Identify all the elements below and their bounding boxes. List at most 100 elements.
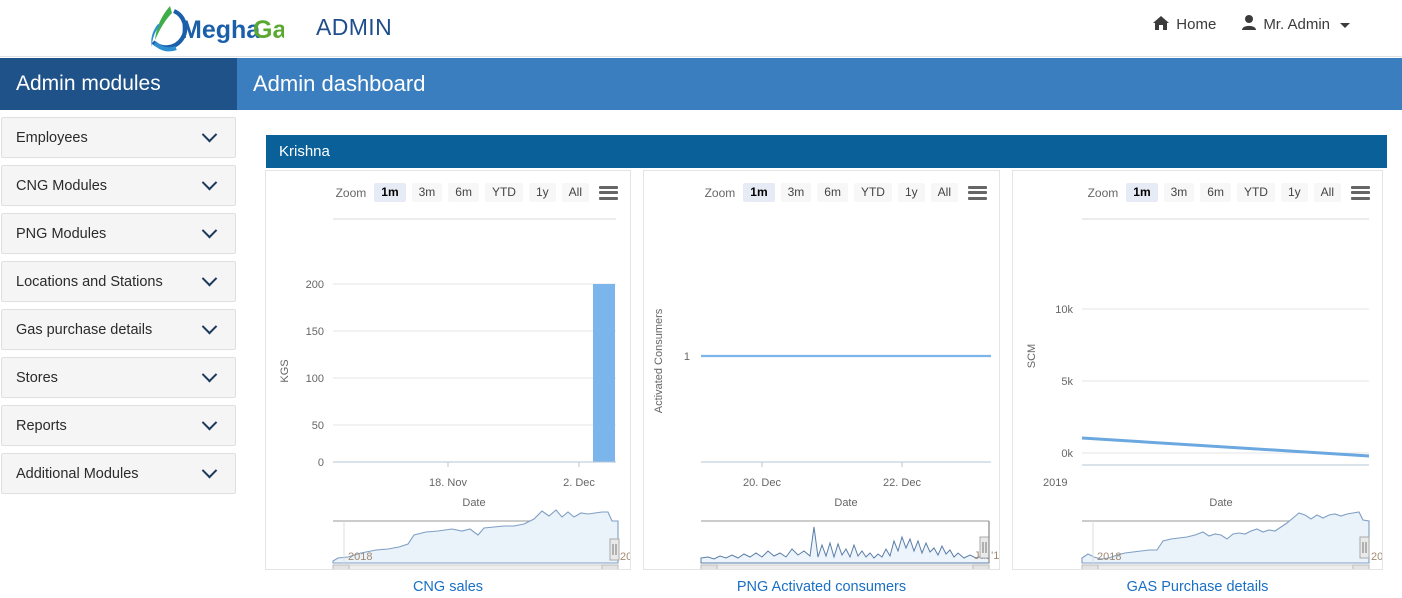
sidebar-item-png-modules[interactable]: PNG Modules: [1, 213, 236, 254]
sidebar-item-label: Employees: [16, 129, 88, 146]
nav-home[interactable]: Home: [1153, 15, 1217, 33]
range-selector: Zoom 1m 3m 6m YTD 1y All: [336, 183, 618, 202]
sidebar-title: Admin modules: [0, 58, 237, 110]
navigator-year-label: 2018: [1097, 551, 1121, 563]
range-button-1y[interactable]: 1y: [528, 183, 556, 202]
range-button-1y[interactable]: 1y: [897, 183, 925, 202]
page-title: Admin dashboard: [253, 71, 426, 96]
nav-user-menu[interactable]: Mr. Admin: [1242, 15, 1350, 33]
navigator-series: [332, 509, 619, 564]
y-axis-title: KGS: [279, 359, 291, 382]
range-selector-label: Zoom: [704, 185, 736, 200]
chart-card-cng-sales: Zoom 1m 3m 6m YTD 1y All 200 150 100 50 …: [265, 170, 631, 598]
navigator-scrollbar: [700, 564, 990, 569]
sidebar-item-label: Gas purchase details: [16, 321, 153, 338]
top-navigation: Home Mr. Admin: [1153, 15, 1350, 33]
chevron-down-icon: [201, 414, 218, 431]
hamburger-menu-icon[interactable]: [968, 185, 987, 200]
gas-purchase-details-plot[interactable]: 10k 5k 0k SCM 2019 Date 2018 2019: [1013, 201, 1383, 569]
meghagas-logo[interactable]: Megha Gas: [136, 2, 284, 54]
x-axis-title: Date: [462, 497, 485, 509]
navigator-scrollbar: [332, 564, 619, 569]
chart-card-png-activated-consumers: Zoom 1m 3m 6m YTD 1y All 1 Activated Con…: [643, 170, 1000, 598]
scroll-right-arrow-icon: [1352, 564, 1370, 569]
range-button-6m[interactable]: 6m: [1200, 183, 1231, 202]
chart-panel: Zoom 1m 3m 6m YTD 1y All 1 Activated Con…: [643, 170, 1000, 570]
y-axis-title: Activated Consumers: [653, 308, 665, 413]
range-selector-label: Zoom: [335, 185, 367, 200]
sidebar-item-label: Stores: [16, 369, 58, 386]
chart-caption-cng-sales[interactable]: CNG sales: [265, 579, 631, 595]
xtick-label: 20. Dec: [743, 477, 781, 489]
chart-caption-png-activated-consumers[interactable]: PNG Activated consumers: [643, 579, 1000, 595]
sidebar-item-label: CNG Modules: [16, 177, 108, 194]
x-axis-title: Date: [1209, 497, 1232, 509]
user-icon: [1242, 15, 1257, 33]
logo-text-megha: Megha: [181, 16, 261, 44]
scroll-left-arrow-icon: [1081, 564, 1099, 569]
range-button-6m[interactable]: 6m: [817, 183, 848, 202]
xtick-label: 2019: [1043, 477, 1067, 489]
range-button-3m[interactable]: 3m: [411, 183, 443, 202]
chart-card-gas-purchase-details: Zoom 1m 3m 6m YTD 1y All 10k 5k 0k SCM 2…: [1012, 170, 1383, 598]
dashboard-charts-row: Zoom 1m 3m 6m YTD 1y All 200 150 100 50 …: [265, 170, 1389, 598]
range-button-6m[interactable]: 6m: [448, 183, 479, 202]
sidebar-item-cng-modules[interactable]: CNG Modules: [1, 165, 236, 206]
x-axis-title: Date: [834, 497, 857, 509]
sidebar-item-employees[interactable]: Employees: [1, 117, 236, 158]
range-button-1m[interactable]: 1m: [743, 183, 775, 202]
bar-2-dec: [593, 284, 615, 462]
logo-text-gas: Gas: [253, 16, 284, 44]
navigator: 2018 2019: [1081, 511, 1382, 569]
chart-panel: Zoom 1m 3m 6m YTD 1y All: [265, 170, 631, 570]
navigator-handle-icon: [979, 536, 990, 559]
ytick-label: 50: [312, 420, 324, 432]
range-button-ytd[interactable]: YTD: [484, 183, 523, 202]
sidebar: Admin modules Employees CNG Modules PNG …: [0, 58, 237, 598]
navigator-series: [700, 526, 990, 564]
caret-down-icon: [1340, 22, 1350, 28]
range-selector: Zoom 1m 3m 6m YTD 1y All: [1088, 183, 1370, 202]
chevron-down-icon: [201, 174, 218, 191]
sidebar-item-reports[interactable]: Reports: [1, 405, 236, 446]
png-activated-consumers-plot[interactable]: 1 Activated Consumers 20. Dec 22. Dec Da…: [644, 201, 1000, 569]
range-button-all[interactable]: All: [561, 183, 589, 202]
range-button-1m[interactable]: 1m: [1126, 183, 1158, 202]
hamburger-menu-icon[interactable]: [1351, 185, 1370, 200]
chart-panel: Zoom 1m 3m 6m YTD 1y All: [1012, 170, 1383, 570]
range-button-ytd[interactable]: YTD: [1236, 183, 1275, 202]
chevron-down-icon: [201, 462, 218, 479]
hamburger-menu-icon[interactable]: [599, 185, 618, 200]
scroll-left-arrow-icon: [700, 564, 718, 569]
range-button-3m[interactable]: 3m: [1163, 183, 1195, 202]
page-header-band: Admin dashboard Admin dashboard: [237, 58, 1402, 146]
navigator-year-label: 2018: [348, 551, 372, 563]
navigator-year-label: 2019: [620, 551, 631, 563]
sidebar-item-label: Additional Modules: [16, 465, 139, 482]
range-button-3m[interactable]: 3m: [780, 183, 812, 202]
sidebar-item-stores[interactable]: Stores: [1, 357, 236, 398]
range-button-all[interactable]: All: [1313, 183, 1341, 202]
sidebar-item-gas-purchase-details[interactable]: Gas purchase details: [1, 309, 236, 350]
chevron-down-icon: [201, 366, 218, 383]
sidebar-item-locations-and-stations[interactable]: Locations and Stations: [1, 261, 236, 302]
ytick-label: 1: [684, 351, 690, 363]
range-selector-label: Zoom: [1087, 185, 1119, 200]
navigator-handle-icon: [609, 538, 620, 561]
range-button-1y[interactable]: 1y: [1280, 183, 1308, 202]
region-banner: Krishna: [266, 135, 1387, 168]
cng-sales-plot[interactable]: 200 150 100 50 0 KGS 18. Nov 2. Dec Date: [266, 201, 631, 569]
ytick-label: 0k: [1061, 448, 1073, 460]
range-button-1m[interactable]: 1m: [374, 183, 406, 202]
nav-home-label: Home: [1176, 15, 1217, 33]
navigator: 2018 2019: [332, 509, 631, 569]
range-button-ytd[interactable]: YTD: [853, 183, 892, 202]
sidebar-item-additional-modules[interactable]: Additional Modules: [1, 453, 236, 494]
chart-caption-gas-purchase-details[interactable]: GAS Purchase details: [1012, 579, 1383, 595]
ytick-label: 10k: [1055, 304, 1073, 316]
xtick-label: 22. Dec: [883, 477, 921, 489]
sidebar-menu-list: Employees CNG Modules PNG Modules Locati…: [0, 117, 237, 494]
range-button-all[interactable]: All: [930, 183, 958, 202]
sidebar-item-label: PNG Modules: [16, 225, 107, 242]
top-header-bar: Megha Gas ADMIN Home Mr. Admin: [0, 0, 1402, 57]
